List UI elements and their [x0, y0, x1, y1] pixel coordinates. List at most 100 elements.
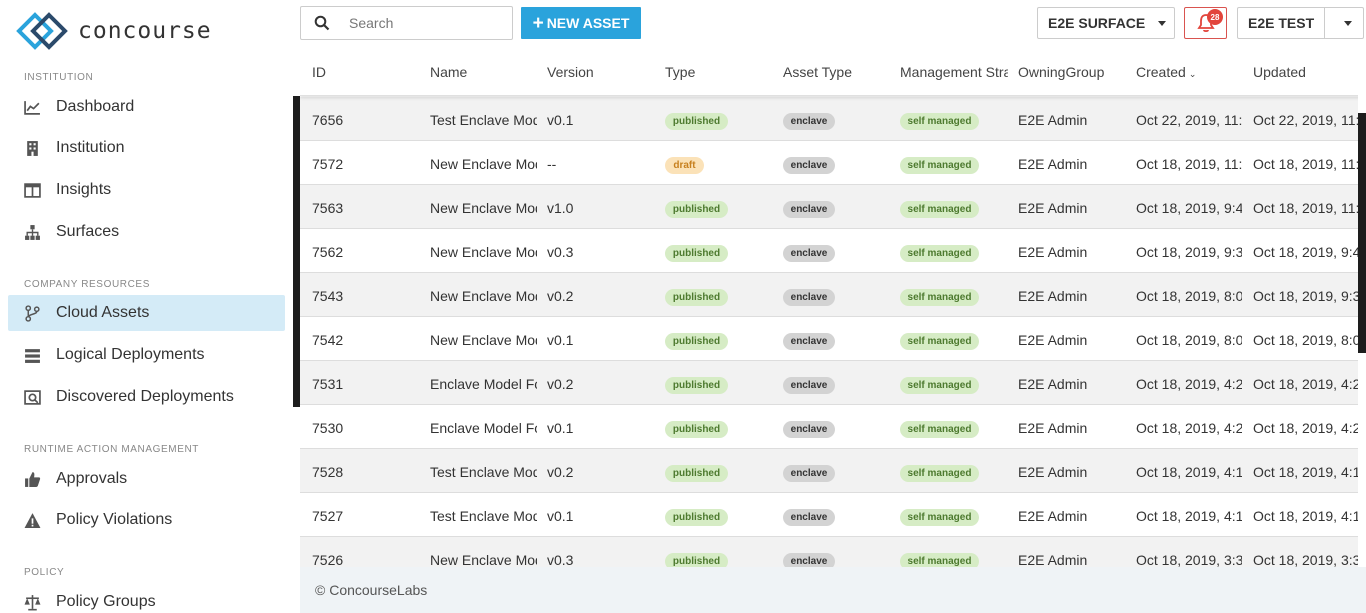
asset-type-badge: enclave [783, 333, 835, 350]
surface-select-value: E2E SURFACE [1048, 15, 1146, 31]
sidebar-item-policy-violations[interactable]: Policy Violations [8, 502, 285, 538]
cell-name[interactable]: Test Enclave Mode [430, 112, 537, 128]
assets-table: ID Name Version Type Asset Type Manageme… [300, 46, 1358, 567]
cell-name[interactable]: Test Enclave Mode [430, 464, 537, 480]
logo[interactable]: concourse [16, 12, 212, 50]
cell-name[interactable]: Test Enclave Mode [430, 508, 537, 524]
cell-updated: Oct 18, 2019, 9:39 [1253, 288, 1358, 304]
surface-select[interactable]: E2E SURFACE [1037, 7, 1175, 39]
balance-icon [24, 594, 41, 611]
cell-updated: Oct 18, 2019, 3:33 [1253, 552, 1358, 567]
cell-name[interactable]: New Enclave Mode [430, 288, 537, 304]
notification-count-badge: 28 [1207, 9, 1223, 25]
column-header-created-label: Created [1136, 64, 1186, 80]
sidebar-item-dashboard[interactable]: Dashboard [8, 89, 285, 125]
management-badge: self managed [900, 113, 979, 130]
chevron-down-icon [1344, 21, 1352, 26]
sidebar-item-label: Surfaces [56, 223, 120, 240]
asset-type-badge: enclave [783, 113, 835, 130]
table-row[interactable]: 7526 New Enclave Mode v0.3 published enclave… [300, 537, 1358, 567]
cell-name[interactable]: New Enclave Mode [430, 552, 537, 567]
type-badge: published [665, 421, 728, 438]
table-row[interactable]: 7528 Test Enclave Mode v0.2 published enclav… [300, 449, 1358, 493]
column-header-created[interactable]: Created ⌄ [1136, 64, 1196, 80]
sidebar-item-cloud-assets[interactable]: Cloud Assets [8, 295, 285, 331]
sidebar-item-discovered-deployments[interactable]: Discovered Deployments [8, 379, 285, 415]
management-badge: self managed [900, 421, 979, 438]
asset-type-badge: enclave [783, 245, 835, 262]
cell-owning-group: E2E Admin [1018, 112, 1088, 128]
cell-name[interactable]: New Enclave Mode [430, 332, 537, 348]
sidebar-item-label: Policy Groups [56, 593, 156, 610]
cell-version: -- [547, 156, 557, 172]
column-header-id[interactable]: ID [312, 64, 326, 80]
column-header-updated[interactable]: Updated [1253, 64, 1306, 80]
dropdown-divider [1324, 8, 1325, 38]
table-row[interactable]: 7562 New Enclave Mode v0.3 published enclave… [300, 229, 1358, 273]
type-badge: published [665, 113, 728, 130]
cell-updated: Oct 18, 2019, 9:40 [1253, 244, 1358, 260]
column-header-owning-group[interactable]: OwningGroup [1018, 64, 1104, 80]
new-asset-button[interactable]: + NEW ASSET [521, 7, 641, 39]
cell-updated: Oct 18, 2019, 4:22 [1253, 420, 1358, 436]
asset-type-badge: enclave [783, 465, 835, 482]
cell-version: v0.2 [547, 288, 574, 304]
column-header-asset-type[interactable]: Asset Type [783, 64, 852, 80]
type-badge: draft [665, 157, 704, 174]
column-header-management-strategy[interactable]: Management Strat [900, 64, 1008, 80]
cell-name[interactable]: Enclave Model For [430, 376, 537, 392]
table-row[interactable]: 7542 New Enclave Mode v0.1 published enclave… [300, 317, 1358, 361]
management-badge: self managed [900, 377, 979, 394]
sidebar: concourse INSTITUTION Dashboard Institut… [0, 0, 293, 613]
cell-name[interactable]: Enclave Model For [430, 420, 537, 436]
table-row[interactable]: 7531 Enclave Model For v0.2 published enclav… [300, 361, 1358, 405]
cell-created: Oct 18, 2019, 8:02 [1136, 332, 1242, 348]
sidebar-item-approvals[interactable]: Approvals [8, 461, 285, 497]
column-header-type[interactable]: Type [665, 64, 695, 80]
cell-id: 7531 [312, 376, 344, 392]
table-row[interactable]: 7527 Test Enclave Mode v0.1 published enclav… [300, 493, 1358, 537]
plus-icon: + [532, 12, 544, 34]
cell-owning-group: E2E Admin [1018, 244, 1088, 260]
table-row[interactable]: 7563 New Enclave Mode v1.0 published enclave… [300, 185, 1358, 229]
sidebar-scrollbar[interactable] [293, 96, 300, 407]
discovered-icon [24, 389, 41, 406]
column-header-version[interactable]: Version [547, 64, 594, 80]
sidebar-item-insights[interactable]: Insights [8, 172, 285, 208]
sort-desc-icon: ⌄ [1188, 69, 1197, 79]
footer: © ConcourseLabs [300, 567, 1366, 613]
sidebar-item-institution[interactable]: Institution [8, 130, 285, 166]
type-badge: published [665, 201, 728, 218]
cell-owning-group: E2E Admin [1018, 420, 1088, 436]
table-row[interactable]: 7530 Enclave Model For v0.1 published enclav… [300, 405, 1358, 449]
notifications-button[interactable]: 28 [1184, 7, 1227, 39]
search-input[interactable] [349, 15, 499, 31]
cell-version: v1.0 [547, 200, 574, 216]
cell-updated: Oct 18, 2019, 4:22 [1253, 376, 1358, 392]
sidebar-item-label: Discovered Deployments [56, 388, 234, 405]
sidebar-item-logical-deployments[interactable]: Logical Deployments [8, 337, 285, 373]
cell-id: 7656 [312, 112, 344, 128]
section-policy: POLICY [24, 567, 65, 578]
column-header-name[interactable]: Name [430, 64, 467, 80]
cell-name[interactable]: New Enclave Mode [430, 156, 537, 172]
sidebar-item-policy-groups[interactable]: Policy Groups [8, 584, 285, 613]
institution-select-value: E2E TEST [1248, 15, 1315, 31]
table-row[interactable]: 7543 New Enclave Mode v0.2 published enclave… [300, 273, 1358, 317]
table-row[interactable]: 7656 Test Enclave Mode v0.1 published enclav… [300, 97, 1358, 141]
cell-version: v0.2 [547, 376, 574, 392]
cell-name[interactable]: New Enclave Mode [430, 244, 537, 260]
management-badge: self managed [900, 553, 979, 567]
cell-owning-group: E2E Admin [1018, 156, 1088, 172]
top-toolbar: + NEW ASSET E2E SURFACE 28 E2E TEST [300, 0, 1366, 46]
cell-name[interactable]: New Enclave Mode [430, 200, 537, 216]
sidebar-item-surfaces[interactable]: Surfaces [8, 214, 285, 250]
cell-updated: Oct 18, 2019, 11:5 [1253, 200, 1358, 216]
chevron-down-icon [1158, 21, 1166, 26]
asset-type-badge: enclave [783, 421, 835, 438]
cell-owning-group: E2E Admin [1018, 552, 1088, 567]
table-scrollbar[interactable] [1358, 113, 1366, 353]
institution-select[interactable]: E2E TEST [1237, 7, 1364, 39]
table-row[interactable]: 7572 New Enclave Mode -- draft enclave self m… [300, 141, 1358, 185]
cell-created: Oct 18, 2019, 4:21 [1136, 420, 1242, 436]
